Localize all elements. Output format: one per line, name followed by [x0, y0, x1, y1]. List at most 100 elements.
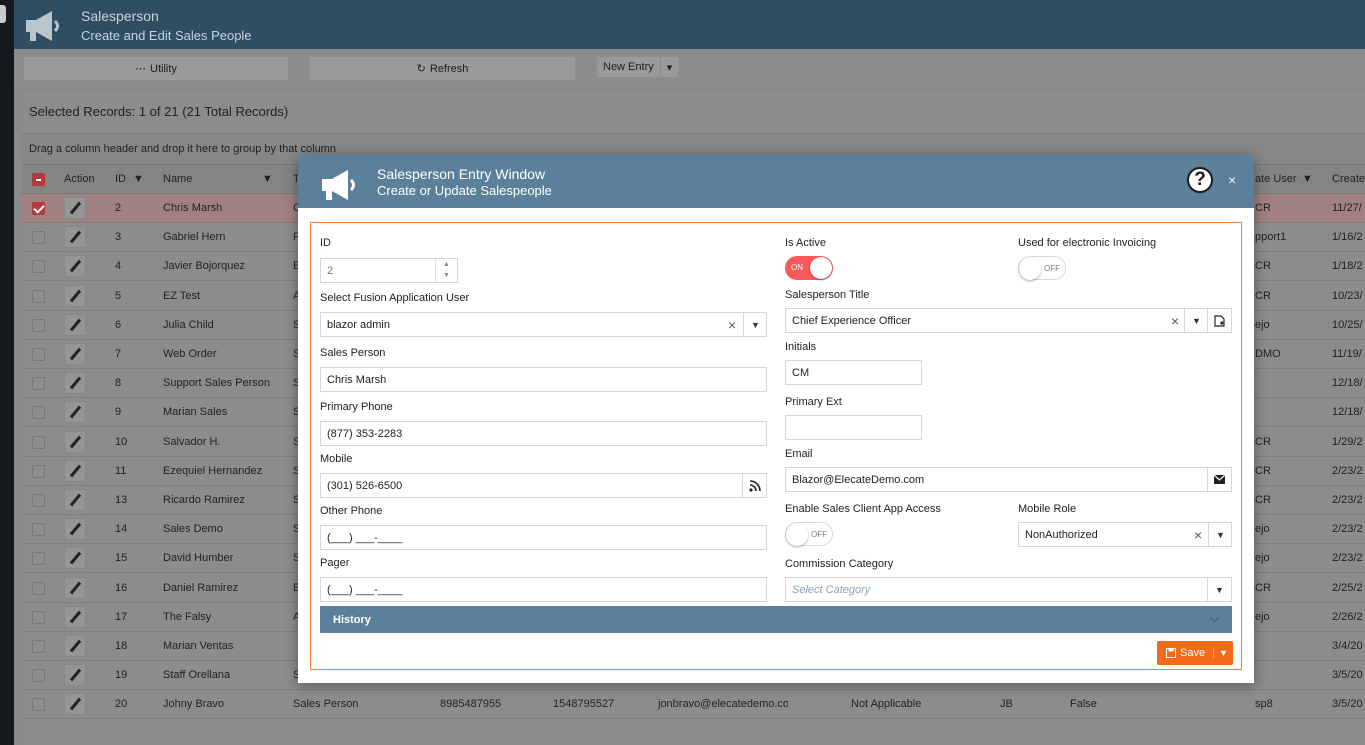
- left-edge-bar: [0, 0, 14, 745]
- megaphone-icon: [322, 170, 355, 200]
- cell-id: 19: [115, 669, 128, 682]
- help-icon[interactable]: ?: [1187, 167, 1213, 193]
- pencil-icon[interactable]: [64, 313, 86, 336]
- is-active-toggle[interactable]: ON: [785, 256, 833, 280]
- pencil-icon[interactable]: [64, 547, 86, 570]
- primary-ext-input[interactable]: [785, 415, 922, 440]
- email-input[interactable]: Blazor@ElecateDemo.com: [785, 467, 1232, 492]
- header-created[interactable]: Create: [1332, 173, 1365, 185]
- chevron-down-icon[interactable]: ▼: [743, 313, 767, 336]
- row-checkbox[interactable]: [32, 435, 45, 449]
- new-entry-button[interactable]: New Entry ▾: [596, 56, 680, 78]
- salesperson-title-select[interactable]: Chief Experience Officer × ▼: [785, 308, 1232, 333]
- pencil-icon[interactable]: [64, 197, 86, 219]
- row-checkbox[interactable]: [32, 318, 45, 332]
- cell-create-user: ejo: [1255, 610, 1270, 623]
- spin-arrows-icon[interactable]: ▲ ▼: [435, 259, 457, 282]
- pencil-icon[interactable]: [64, 489, 86, 511]
- cell-id: 2: [115, 202, 122, 214]
- commission-select[interactable]: Select Category ▼: [785, 577, 1232, 602]
- table-row[interactable]: 20 Johny Bravo Sales Person 8985487955 15487…: [22, 690, 1365, 720]
- clear-icon[interactable]: ×: [728, 318, 736, 332]
- header-create-user[interactable]: ate User: [1255, 173, 1297, 185]
- client-app-toggle[interactable]: OFF: [785, 522, 833, 546]
- caret-down-icon[interactable]: ▾: [659, 57, 679, 77]
- primary-phone-input[interactable]: (877) 353-2283: [320, 421, 767, 446]
- row-checkbox[interactable]: [32, 494, 45, 507]
- cell-created: 2/23/2: [1332, 552, 1363, 565]
- cell-created: 3/5/20: [1332, 698, 1363, 711]
- einvoicing-toggle[interactable]: OFF: [1018, 256, 1066, 280]
- refresh-button[interactable]: ↻ Refresh: [309, 56, 576, 81]
- pencil-icon[interactable]: [64, 693, 86, 716]
- add-document-icon[interactable]: [1207, 309, 1231, 332]
- name-filter-icon[interactable]: ▼: [262, 173, 273, 185]
- modal-form: ID 2 ▲ ▼ Select Fusion Application User b…: [310, 222, 1242, 670]
- pencil-icon[interactable]: [64, 576, 86, 599]
- pencil-icon[interactable]: [64, 605, 86, 628]
- row-checkbox[interactable]: [32, 640, 45, 653]
- mobile-role-select[interactable]: NonAuthorized × ▼: [1018, 522, 1232, 547]
- row-checkbox[interactable]: [32, 552, 45, 566]
- rss-icon[interactable]: [742, 474, 766, 497]
- header-name[interactable]: Name: [163, 173, 192, 185]
- cell-created: 2/23/2: [1332, 523, 1363, 536]
- row-checkbox[interactable]: [32, 231, 45, 245]
- pencil-icon[interactable]: [64, 255, 86, 278]
- history-panel-header[interactable]: History: [320, 606, 1232, 633]
- row-checkbox[interactable]: [32, 377, 45, 391]
- row-checkbox[interactable]: [32, 289, 45, 303]
- header-id[interactable]: ID: [115, 173, 126, 185]
- chevron-down-icon[interactable]: ▼: [1184, 309, 1208, 332]
- row-checkbox[interactable]: [32, 581, 45, 595]
- cell-created: 10/23/: [1332, 289, 1363, 302]
- row-checkbox[interactable]: [32, 669, 45, 683]
- create-user-filter-icon[interactable]: ▼: [1302, 173, 1313, 185]
- row-checkbox[interactable]: [32, 202, 45, 215]
- chevron-down-icon[interactable]: ▼: [1208, 523, 1232, 546]
- row-checkbox[interactable]: [32, 260, 45, 274]
- initials-input[interactable]: CM: [785, 360, 922, 385]
- cell-id: 13: [115, 494, 128, 506]
- edge-tab[interactable]: [0, 5, 6, 23]
- row-checkbox[interactable]: [32, 523, 45, 537]
- cell-name: David Humber: [163, 552, 234, 565]
- utility-button[interactable]: ⋯ Utility: [23, 56, 289, 81]
- envelope-icon[interactable]: [1207, 468, 1231, 491]
- fusion-user-select[interactable]: blazor admin × ▼: [320, 312, 767, 337]
- save-button[interactable]: Save ▼: [1157, 641, 1233, 665]
- pencil-icon[interactable]: [64, 401, 86, 424]
- cell-created: 3/4/20: [1332, 640, 1363, 652]
- row-checkbox[interactable]: [32, 348, 45, 361]
- pencil-icon[interactable]: [64, 635, 86, 657]
- select-all-checkbox[interactable]: [32, 173, 45, 186]
- clear-icon[interactable]: ×: [1194, 528, 1202, 542]
- row-checkbox[interactable]: [32, 610, 45, 624]
- id-stepper[interactable]: 2 ▲ ▼: [320, 258, 458, 283]
- close-icon[interactable]: ×: [1228, 172, 1236, 188]
- pencil-icon[interactable]: [64, 518, 86, 541]
- mobile-input[interactable]: (301) 526-6500: [320, 473, 767, 498]
- toolbar: ⋯ Utility ↻ Refresh: [14, 49, 1365, 87]
- pencil-icon[interactable]: [64, 664, 86, 687]
- cell-id: 17: [115, 610, 128, 623]
- caret-down-icon[interactable]: ▼: [1213, 648, 1233, 658]
- pencil-icon[interactable]: [64, 226, 86, 249]
- id-filter-icon[interactable]: ▼: [133, 173, 144, 185]
- row-checkbox[interactable]: [32, 464, 45, 478]
- pencil-icon[interactable]: [64, 459, 86, 482]
- header-action[interactable]: Action: [64, 173, 95, 185]
- clear-icon[interactable]: ×: [1171, 314, 1179, 328]
- row-checkbox[interactable]: [32, 406, 45, 420]
- sales-person-input[interactable]: Chris Marsh: [320, 367, 767, 392]
- pager-input[interactable]: (___) ___-____: [320, 577, 767, 602]
- cell-id: 3: [115, 231, 122, 244]
- megaphone-icon: [26, 11, 59, 41]
- row-checkbox[interactable]: [32, 698, 45, 712]
- pencil-icon[interactable]: [64, 343, 86, 365]
- pencil-icon[interactable]: [64, 372, 86, 395]
- pencil-icon[interactable]: [64, 284, 86, 307]
- other-phone-input[interactable]: (___) ___-____: [320, 525, 767, 550]
- pencil-icon[interactable]: [64, 430, 86, 453]
- chevron-down-icon[interactable]: ▼: [1207, 578, 1231, 601]
